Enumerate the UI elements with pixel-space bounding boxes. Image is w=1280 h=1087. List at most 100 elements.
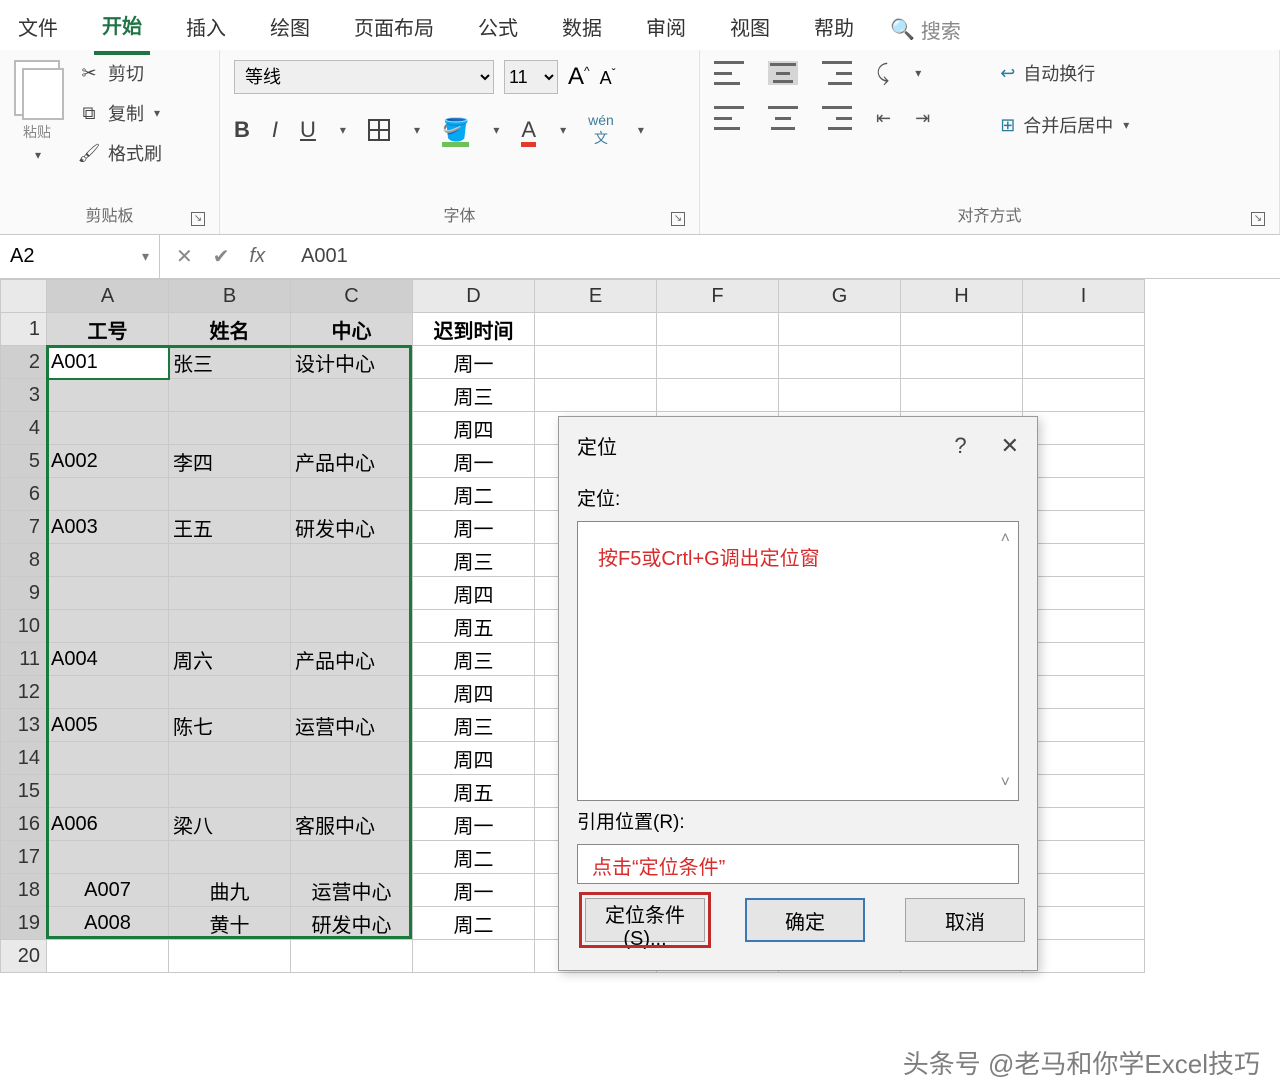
cell[interactable] (1023, 940, 1145, 973)
cell[interactable]: 迟到时间 (413, 313, 535, 346)
row-header[interactable]: 20 (1, 940, 47, 973)
row-header[interactable]: 7 (1, 511, 47, 544)
tab-draw[interactable]: 绘图 (262, 6, 318, 53)
cell[interactable] (901, 313, 1023, 346)
cell[interactable]: 王五 (169, 511, 291, 544)
cell[interactable] (291, 379, 413, 412)
underline-button[interactable]: U (300, 117, 316, 143)
cell[interactable] (291, 775, 413, 808)
close-icon[interactable]: ✕ (1001, 433, 1019, 459)
cell[interactable] (1023, 874, 1145, 907)
col-header-G[interactable]: G (779, 280, 901, 313)
cell[interactable] (47, 544, 169, 577)
col-header-I[interactable]: I (1023, 280, 1145, 313)
row-header[interactable]: 15 (1, 775, 47, 808)
chevron-down-icon[interactable]: ▾ (493, 123, 499, 137)
cell[interactable]: 周二 (413, 907, 535, 940)
tab-review[interactable]: 审阅 (638, 6, 694, 53)
cell[interactable] (291, 676, 413, 709)
cell[interactable]: 运营中心 (291, 874, 413, 907)
cell[interactable] (47, 676, 169, 709)
scroll-down-icon[interactable]: ˅ (1001, 774, 1010, 792)
paste-button[interactable]: 粘贴 ▾ (14, 60, 60, 166)
tab-formulas[interactable]: 公式 (470, 6, 526, 53)
row-header[interactable]: 10 (1, 610, 47, 643)
cell[interactable]: 周四 (413, 577, 535, 610)
cell[interactable]: 设计中心 (291, 346, 413, 379)
increase-indent-button[interactable]: ⇥ (915, 108, 930, 129)
tab-home[interactable]: 开始 (94, 4, 150, 55)
cell[interactable] (1023, 841, 1145, 874)
align-middle-button[interactable] (768, 61, 798, 85)
cell[interactable] (169, 577, 291, 610)
scroll-up-icon[interactable]: ˄ (1001, 530, 1010, 548)
cell[interactable]: A006 (47, 808, 169, 841)
cell[interactable]: 周一 (413, 808, 535, 841)
tell-me-search[interactable]: 🔍 搜索 (890, 15, 961, 44)
cell[interactable]: 周三 (413, 379, 535, 412)
font-size-select[interactable]: 11 (504, 60, 558, 94)
row-header[interactable]: 4 (1, 412, 47, 445)
special-button[interactable]: 定位条件(S)... (585, 898, 705, 942)
row-header[interactable]: 16 (1, 808, 47, 841)
select-all-corner[interactable] (1, 280, 47, 313)
cell[interactable] (1023, 346, 1145, 379)
cell[interactable] (901, 346, 1023, 379)
ok-button[interactable]: 确定 (745, 898, 865, 942)
cut-button[interactable]: ✂ 剪切 (78, 60, 162, 86)
cell[interactable]: 产品中心 (291, 643, 413, 676)
cell[interactable]: 产品中心 (291, 445, 413, 478)
cell[interactable] (291, 742, 413, 775)
cell[interactable] (47, 775, 169, 808)
cell[interactable] (47, 577, 169, 610)
decrease-indent-button[interactable]: ⇤ (876, 108, 891, 129)
col-header-C[interactable]: C (291, 280, 413, 313)
cell[interactable] (1023, 610, 1145, 643)
borders-button[interactable] (368, 119, 390, 141)
cell[interactable]: 周三 (413, 709, 535, 742)
orientation-button[interactable]: ⤹ (876, 60, 889, 86)
dialog-launcher-icon[interactable]: ↘ (1251, 212, 1265, 226)
chevron-down-icon[interactable]: ▾ (915, 66, 921, 80)
chevron-down-icon[interactable]: ▾ (560, 123, 566, 137)
cell[interactable] (1023, 445, 1145, 478)
cell[interactable] (535, 313, 657, 346)
row-header[interactable]: 3 (1, 379, 47, 412)
cell[interactable]: A003 (47, 511, 169, 544)
cell[interactable]: 周五 (413, 775, 535, 808)
cell[interactable]: 周三 (413, 643, 535, 676)
cancel-formula-icon[interactable]: ✕ (176, 244, 193, 269)
row-header[interactable]: 1 (1, 313, 47, 346)
cell[interactable] (291, 940, 413, 973)
bold-button[interactable]: B (234, 117, 250, 143)
cell[interactable] (169, 676, 291, 709)
chevron-down-icon[interactable]: ▾ (638, 123, 644, 137)
help-icon[interactable]: ? (954, 433, 966, 459)
wrap-text-button[interactable]: ↩ 自动换行 (1000, 60, 1129, 86)
fx-icon[interactable]: fx (250, 245, 266, 268)
align-top-button[interactable] (714, 61, 744, 85)
row-header[interactable]: 14 (1, 742, 47, 775)
cell[interactable]: 姓名 (169, 313, 291, 346)
cell[interactable] (779, 379, 901, 412)
decrease-font-button[interactable]: Aˇ (600, 66, 616, 89)
cell[interactable] (1023, 709, 1145, 742)
cell[interactable] (657, 346, 779, 379)
cell[interactable]: 客服中心 (291, 808, 413, 841)
merge-center-button[interactable]: ⊞ 合并后居中 ▾ (1000, 112, 1129, 138)
copy-button[interactable]: ⧉ 复制 ▾ (78, 100, 162, 126)
row-header[interactable]: 11 (1, 643, 47, 676)
cell[interactable] (169, 379, 291, 412)
cancel-button[interactable]: 取消 (905, 898, 1025, 942)
format-painter-button[interactable]: 🖌 格式刷 (78, 140, 162, 166)
tab-data[interactable]: 数据 (554, 6, 610, 53)
phonetic-guide-button[interactable]: wén 文 (588, 112, 614, 148)
cell[interactable]: A005 (47, 709, 169, 742)
font-name-select[interactable]: 等线 (234, 60, 494, 94)
tab-file[interactable]: 文件 (10, 6, 66, 53)
cell[interactable] (1023, 808, 1145, 841)
cell[interactable] (1023, 379, 1145, 412)
cell[interactable] (1023, 775, 1145, 808)
fill-color-button[interactable]: 🪣 (442, 117, 469, 143)
row-header[interactable]: 5 (1, 445, 47, 478)
